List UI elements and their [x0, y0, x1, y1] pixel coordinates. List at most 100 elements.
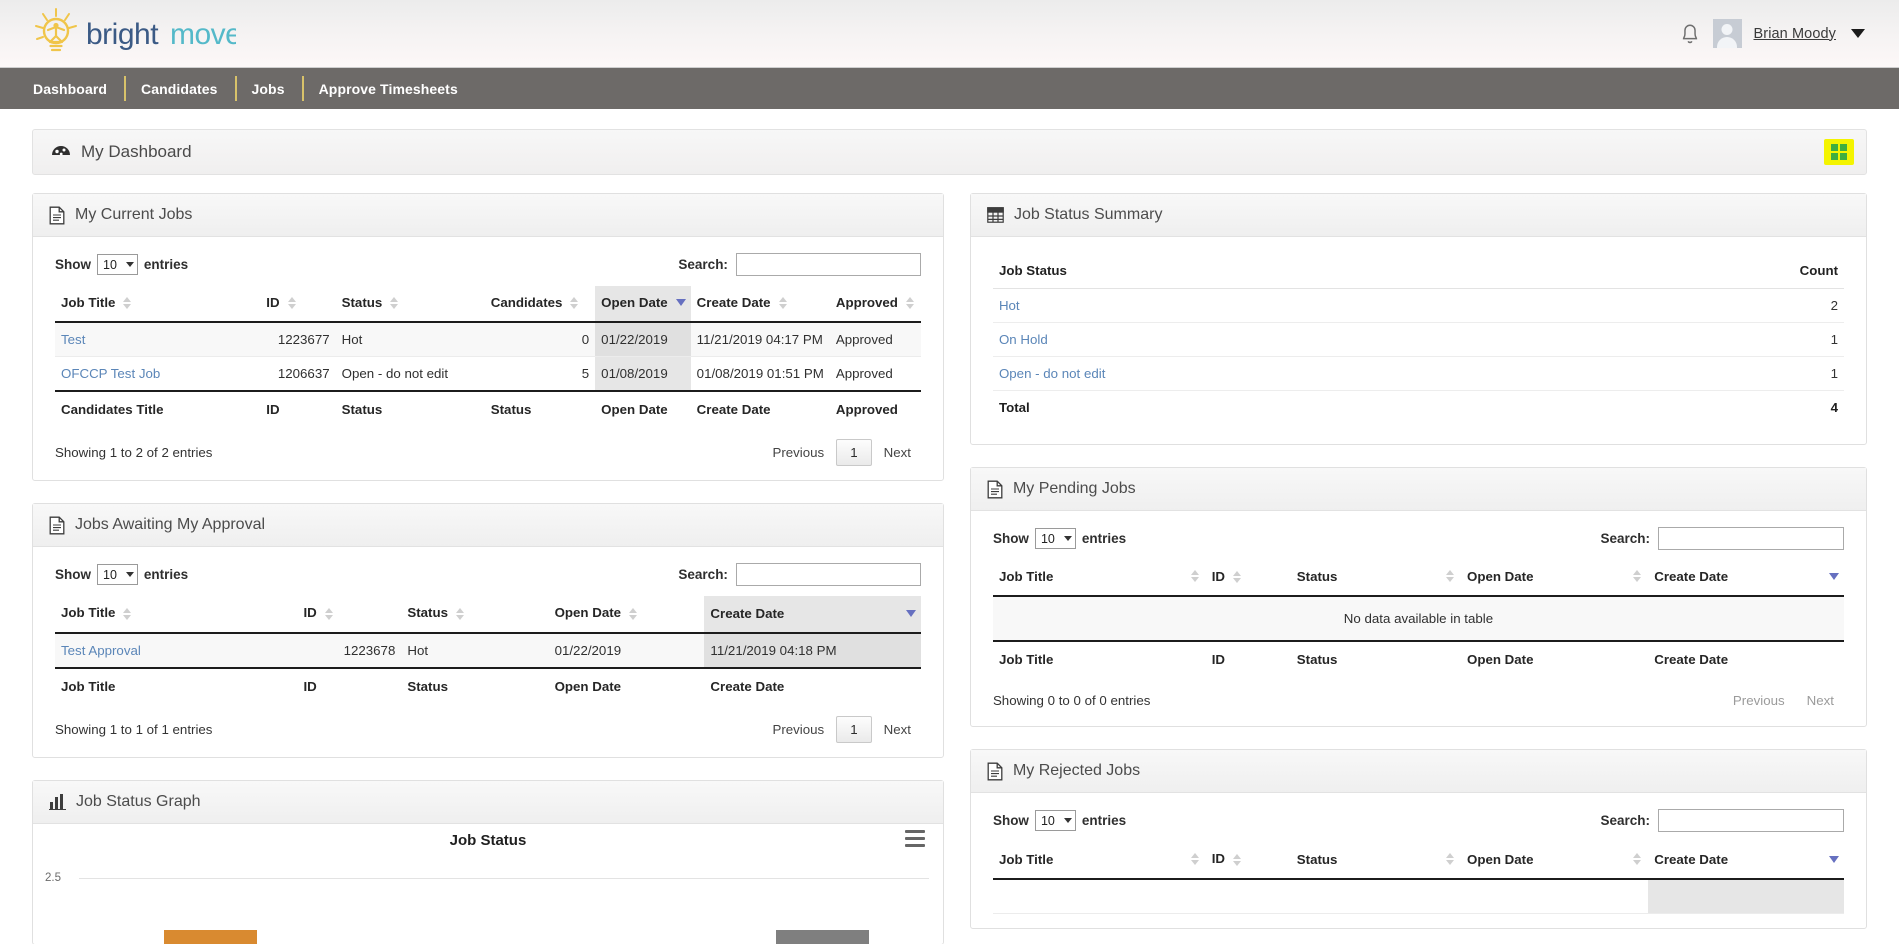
col-label: Open Date — [1467, 569, 1534, 585]
search-label: Search: — [678, 567, 728, 583]
hamburger-menu-icon[interactable] — [904, 829, 925, 851]
col-id[interactable]: ID — [297, 596, 402, 634]
col-create-date[interactable]: Create Date — [1648, 560, 1844, 598]
svg-text:bright: bright — [86, 18, 159, 51]
cell-job-title[interactable]: OFCCP Test Job — [55, 356, 261, 392]
cell-status[interactable]: Hot — [992, 288, 1590, 323]
pagination: Previous Next — [1723, 689, 1844, 712]
nav-item-dashboard[interactable]: Dashboard — [16, 68, 124, 109]
col-job-title[interactable]: Job Title — [992, 560, 1206, 598]
page-1-button[interactable]: 1 — [836, 439, 872, 467]
cell-candidates: 5 — [484, 356, 596, 392]
entries-length-control: Show 10 entries — [993, 528, 1126, 549]
previous-button[interactable]: Previous — [762, 441, 834, 464]
avatar[interactable] — [1712, 19, 1742, 48]
foot-create-date: Create Date — [704, 666, 921, 704]
panel-body: Show 10 entries Search: Job Title ID Sta… — [971, 511, 1866, 726]
table-row[interactable]: Open - do not edit 1 — [992, 356, 1844, 391]
show-label: Show — [992, 813, 1029, 829]
pagination: Previous 1 Next — [762, 715, 921, 743]
notification-bell-icon[interactable] — [1679, 21, 1701, 47]
col-create-date[interactable]: Create Date — [690, 286, 830, 324]
foot-status: Status — [335, 390, 485, 428]
nav-item-candidates[interactable]: Candidates — [124, 68, 234, 109]
grid-layout-icon[interactable] — [1824, 139, 1854, 165]
sort-icon — [1446, 852, 1455, 866]
cell-job-title[interactable]: Test — [55, 322, 261, 358]
search-input[interactable] — [735, 253, 921, 276]
table-footer-row: Job Title ID Status Open Date Create Dat… — [992, 640, 1844, 678]
table-row[interactable]: Hot 2 — [992, 288, 1844, 323]
search-label: Search: — [1600, 813, 1650, 829]
status-link[interactable]: On Hold — [999, 332, 1048, 347]
brightmove-logo[interactable]: bright move — [28, 6, 242, 62]
previous-button[interactable]: Previous — [762, 718, 834, 741]
table-header-row: Job Title ID Status Open Date Create Dat… — [992, 842, 1844, 880]
panel-title: Job Status Summary — [1013, 206, 1163, 223]
sort-icon — [324, 607, 334, 621]
next-button[interactable]: Next — [1797, 689, 1844, 712]
cell-blank — [1290, 878, 1461, 914]
page-length-select[interactable]: 10 — [1034, 528, 1076, 549]
page-1-button[interactable]: 1 — [836, 715, 872, 743]
page-length-select[interactable]: 10 — [1034, 810, 1076, 832]
previous-button[interactable]: Previous — [1723, 689, 1795, 712]
status-link[interactable]: Open - do not edit — [999, 366, 1105, 381]
table-row[interactable]: Test Approval 1223678 Hot 01/22/2019 11/… — [55, 632, 921, 669]
col-id[interactable]: ID — [1205, 842, 1291, 880]
cell-status[interactable]: On Hold — [992, 322, 1590, 357]
col-job-title[interactable]: Job Title — [55, 286, 261, 324]
col-status[interactable]: Status — [1290, 560, 1461, 598]
panel-my-pending-jobs: My Pending Jobs Show 10 entries Search: … — [969, 467, 1867, 728]
table-row[interactable]: On Hold 1 — [992, 322, 1844, 357]
cell-status[interactable]: Open - do not edit — [992, 356, 1590, 391]
col-status[interactable]: Status — [401, 596, 549, 634]
sort-icon — [778, 296, 788, 310]
next-button[interactable]: Next — [874, 718, 921, 741]
col-open-date[interactable]: Open Date — [595, 286, 691, 324]
col-status[interactable]: Status — [335, 286, 485, 324]
page-length-select[interactable]: 10 — [97, 564, 138, 586]
nav-item-approve-timesheets[interactable]: Approve Timesheets — [301, 68, 475, 109]
table-row[interactable]: OFCCP Test Job 1206637 Open - do not edi… — [55, 356, 921, 392]
search-input[interactable] — [1658, 527, 1844, 550]
search-input[interactable] — [735, 563, 921, 587]
bar-chart-icon — [49, 793, 66, 811]
col-job-title[interactable]: Job Title — [55, 596, 298, 634]
grid-square — [1840, 144, 1847, 151]
next-button[interactable]: Next — [874, 441, 921, 464]
page-length-select[interactable]: 10 — [97, 254, 138, 275]
col-candidates[interactable]: Candidates — [484, 286, 596, 324]
job-status-summary-table: Job Status Count Hot 2 On Hold 1 Open - … — [992, 255, 1844, 424]
table-row[interactable]: Test 1223677 Hot 0 01/22/2019 11/21/2019… — [55, 322, 921, 358]
job-title-link[interactable]: Test Approval — [61, 643, 141, 658]
col-create-date[interactable]: Create Date — [704, 596, 921, 634]
col-approved[interactable]: Approved — [829, 286, 921, 324]
status-link[interactable]: Hot — [999, 298, 1020, 313]
cell-id: 1223677 — [260, 322, 336, 358]
col-open-date[interactable]: Open Date — [548, 596, 705, 634]
col-create-date[interactable]: Create Date — [1648, 842, 1844, 880]
col-status[interactable]: Status — [1290, 842, 1461, 880]
col-open-date[interactable]: Open Date — [1461, 842, 1649, 880]
cell-job-title[interactable]: Test Approval — [55, 632, 298, 669]
sort-icon — [390, 296, 399, 310]
cell-total-count: 4 — [1830, 400, 1838, 415]
job-title-link[interactable]: Test — [61, 332, 85, 347]
username-label[interactable]: Brian Moody — [1754, 26, 1837, 42]
sort-icon — [1633, 569, 1642, 583]
job-title-link[interactable]: OFCCP Test Job — [61, 366, 160, 381]
nav-item-jobs[interactable]: Jobs — [234, 68, 302, 109]
col-id[interactable]: ID — [260, 286, 336, 324]
search-input[interactable] — [1658, 809, 1844, 833]
panel-title: My Rejected Jobs — [1012, 762, 1141, 780]
panel-jobs-awaiting-approval: Jobs Awaiting My Approval Show 10 entrie… — [32, 503, 944, 758]
chevron-down-icon[interactable] — [1851, 29, 1865, 38]
cell-blank — [1461, 878, 1649, 914]
panel-job-status-summary: Job Status Summary Job Status Count Hot — [969, 193, 1867, 445]
table-empty-row: No data available in table — [992, 596, 1844, 642]
col-open-date[interactable]: Open Date — [1461, 560, 1649, 598]
table-grid-icon — [987, 207, 1004, 223]
col-job-title[interactable]: Job Title — [992, 842, 1206, 880]
col-id[interactable]: ID — [1205, 560, 1291, 598]
